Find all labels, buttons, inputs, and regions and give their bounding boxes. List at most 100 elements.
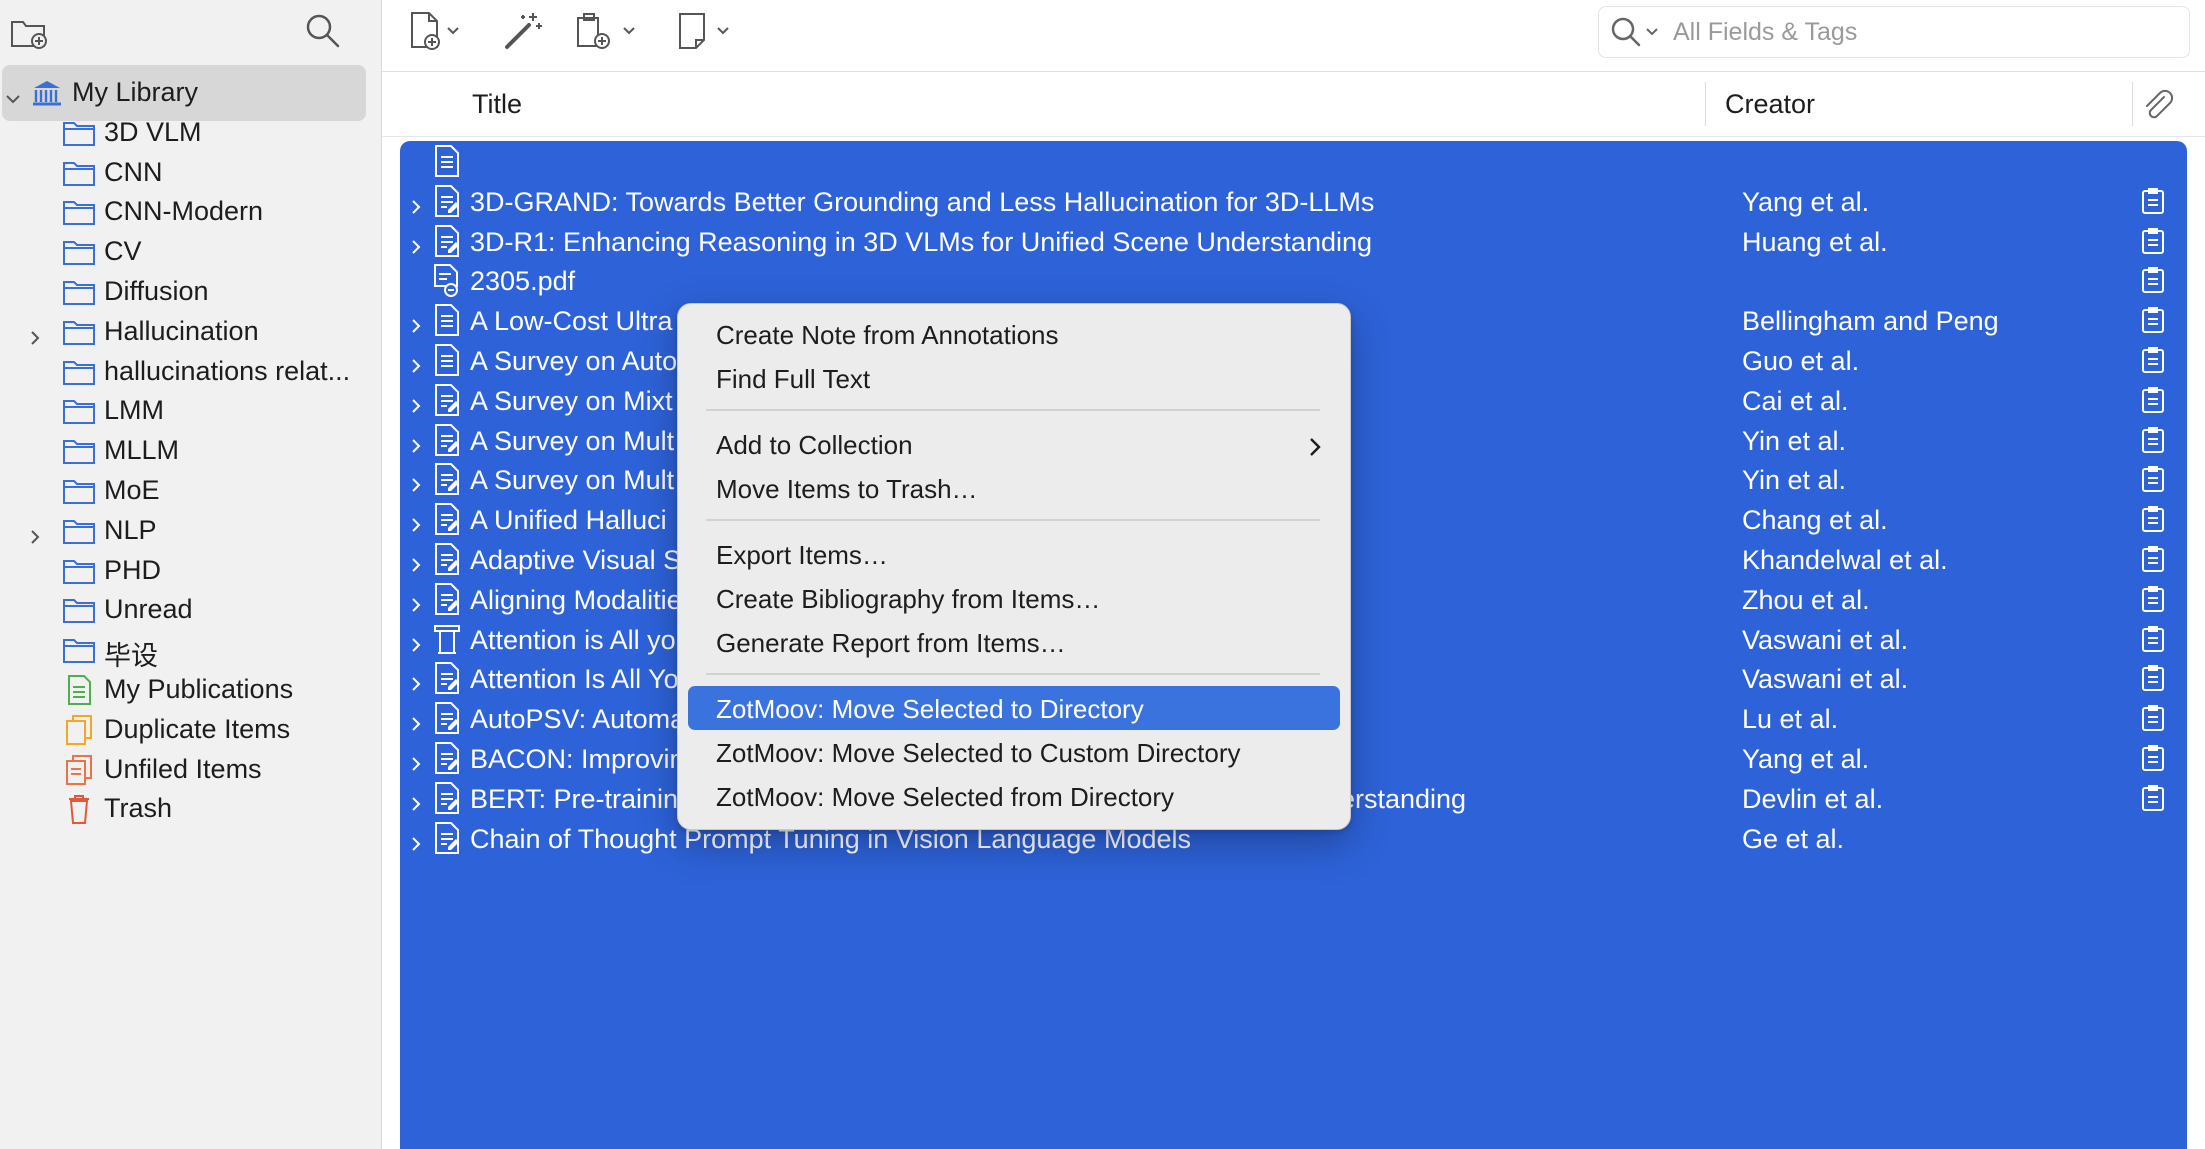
sidebar-item-trash[interactable]: Trash: [0, 789, 381, 829]
sidebar-item-moe[interactable]: MoE: [0, 471, 381, 511]
menu-item-zotmoov-move-selected-from-directory[interactable]: ZotMoov: Move Selected from Directory: [688, 774, 1340, 818]
sidebar-item-hallucination[interactable]: Hallucination: [0, 312, 381, 352]
new-collection-icon[interactable]: [8, 14, 50, 52]
attachment-icon[interactable]: [2140, 544, 2168, 574]
sidebar-item-nlp[interactable]: NLP: [0, 511, 381, 551]
chevron-right-icon[interactable]: [26, 323, 44, 345]
collections-toolbar: [0, 0, 381, 70]
chevron-right-icon[interactable]: [408, 510, 424, 532]
search-mode-icon[interactable]: [1609, 15, 1665, 49]
attachment-icon[interactable]: [2140, 504, 2168, 534]
item-creator: Vaswani et al.: [1742, 624, 1909, 655]
chevron-down-icon[interactable]: [4, 84, 22, 104]
chevron-right-icon[interactable]: [408, 351, 424, 373]
menu-item-find-full-text[interactable]: Find Full Text: [688, 356, 1340, 400]
chevron-right-icon[interactable]: [408, 669, 424, 692]
attachment-icon[interactable]: [2140, 265, 2168, 295]
chevron-right-icon[interactable]: [408, 311, 424, 333]
sidebar-item-duplicate-items[interactable]: Duplicate Items: [0, 710, 381, 750]
sidebar-item-cnn-modern[interactable]: CNN-Modern: [0, 192, 381, 232]
sidebar-item-label: My Library: [72, 77, 199, 107]
column-divider[interactable]: [2132, 82, 2133, 126]
sidebar-item-label: Unread: [104, 594, 193, 625]
search-field[interactable]: [1598, 6, 2190, 58]
sidebar-item-unread[interactable]: Unread: [0, 590, 381, 630]
sidebar-item-unfiled-items[interactable]: Unfiled Items: [0, 750, 381, 790]
attachment-icon[interactable]: [2140, 464, 2168, 494]
chevron-right-icon[interactable]: [408, 550, 424, 572]
folder-icon: [62, 118, 96, 148]
sidebar-item-lmm[interactable]: LMM: [0, 391, 381, 431]
new-item-icon[interactable]: [406, 10, 470, 52]
menu-item-zotmoov-move-selected-to-custom-directory[interactable]: ZotMoov: Move Selected to Custom Directo…: [688, 730, 1340, 774]
sidebar-item-phd[interactable]: PHD: [0, 551, 381, 591]
chevron-right-icon[interactable]: [408, 749, 424, 771]
attachment-icon[interactable]: [2140, 703, 2168, 733]
pdf-link-icon: [432, 263, 462, 298]
search-input[interactable]: [1671, 15, 2175, 49]
menu-item-generate-report-from-items[interactable]: Generate Report from Items…: [688, 620, 1340, 664]
menu-item-label: ZotMoov: Move Selected to Custom Directo…: [716, 738, 1241, 768]
chevron-right-icon[interactable]: [408, 590, 424, 612]
menu-item-add-to-collection[interactable]: Add to Collection: [688, 422, 1340, 466]
chevron-right-icon[interactable]: [408, 709, 424, 731]
menu-item-create-bibliography-from-items[interactable]: Create Bibliography from Items…: [688, 576, 1340, 620]
new-note-icon[interactable]: [674, 10, 742, 52]
attachment-icon[interactable]: [2140, 783, 2168, 813]
column-title-header[interactable]: Title: [472, 89, 522, 120]
trash-icon: [62, 794, 96, 825]
collections-pane: My Library 3D VLM CNN CNN-Modern CV Diffusion…: [0, 0, 382, 1149]
chevron-right-icon[interactable]: [408, 431, 424, 453]
attachment-icon[interactable]: [2140, 425, 2168, 455]
attachment-icon[interactable]: [2140, 226, 2168, 256]
attachment-icon[interactable]: [2140, 385, 2168, 415]
item-title: A Low-Cost Ultra: [470, 306, 673, 337]
sidebar-item-label: PHD: [104, 554, 162, 585]
menu-item-move-items-to-trash[interactable]: Move Items to Trash…: [688, 466, 1340, 510]
column-creator-header[interactable]: Creator: [1725, 89, 1815, 120]
attachment-icon[interactable]: [2140, 584, 2168, 614]
item-row[interactable]: 2305.pdf: [400, 260, 2187, 300]
sidebar-item-hallucinations-relat[interactable]: hallucinations relat...: [0, 352, 381, 392]
attachment-icon[interactable]: [2140, 743, 2168, 773]
preprint-icon: [432, 821, 462, 855]
chevron-right-icon[interactable]: [408, 192, 424, 214]
menu-item-create-note-from-annotations[interactable]: Create Note from Annotations: [688, 312, 1340, 356]
chevron-right-icon[interactable]: [26, 522, 44, 544]
sidebar-item-label: 毕设: [104, 641, 158, 672]
menu-item-zotmoov-move-selected-to-directory[interactable]: ZotMoov: Move Selected to Directory: [688, 686, 1340, 730]
folder-icon: [62, 158, 96, 188]
column-divider[interactable]: [1705, 82, 1706, 126]
magic-wand-icon[interactable]: [500, 8, 546, 54]
sidebar-item-my-library[interactable]: My Library: [0, 65, 381, 121]
attachment-icon[interactable]: [2140, 345, 2168, 375]
chevron-right-icon[interactable]: [408, 391, 424, 413]
paperclip-icon[interactable]: [2140, 88, 2174, 122]
chevron-right-icon[interactable]: [408, 232, 424, 254]
sidebar-item-cv[interactable]: CV: [0, 232, 381, 272]
item-row[interactable]: [400, 141, 2187, 181]
sidebar-item-diffusion[interactable]: Diffusion: [0, 272, 381, 312]
item-row[interactable]: 3D-R1: Enhancing Reasoning in 3D VLMs fo…: [400, 221, 2187, 261]
attachment-icon[interactable]: [2140, 186, 2168, 216]
sidebar-item-cnn[interactable]: CNN: [0, 153, 381, 193]
attachment-icon[interactable]: [2140, 624, 2168, 654]
item-creator: Ge et al.: [1742, 823, 1845, 854]
add-attachment-icon[interactable]: [572, 10, 646, 52]
preprint-icon: [432, 224, 462, 258]
sidebar-item-my-publications[interactable]: My Publications: [0, 670, 381, 710]
attachment-icon[interactable]: [2140, 305, 2168, 335]
sidebar-item-bishe[interactable]: 毕设: [0, 630, 381, 672]
chevron-right-icon[interactable]: [408, 789, 424, 811]
chevron-right-icon[interactable]: [408, 630, 424, 652]
item-title: A Unified Halluci: [470, 505, 667, 536]
menu-item-export-items[interactable]: Export Items…: [688, 532, 1340, 576]
search-icon[interactable]: [302, 10, 344, 52]
sidebar-item-3d-vlm[interactable]: 3D VLM: [0, 113, 381, 153]
menu-separator: [706, 409, 1320, 411]
chevron-right-icon[interactable]: [408, 470, 424, 493]
sidebar-item-mllm[interactable]: MLLM: [0, 431, 381, 471]
item-row[interactable]: 3D-GRAND: Towards Better Grounding and L…: [400, 181, 2187, 221]
chevron-right-icon[interactable]: [408, 829, 424, 851]
attachment-icon[interactable]: [2140, 663, 2168, 693]
